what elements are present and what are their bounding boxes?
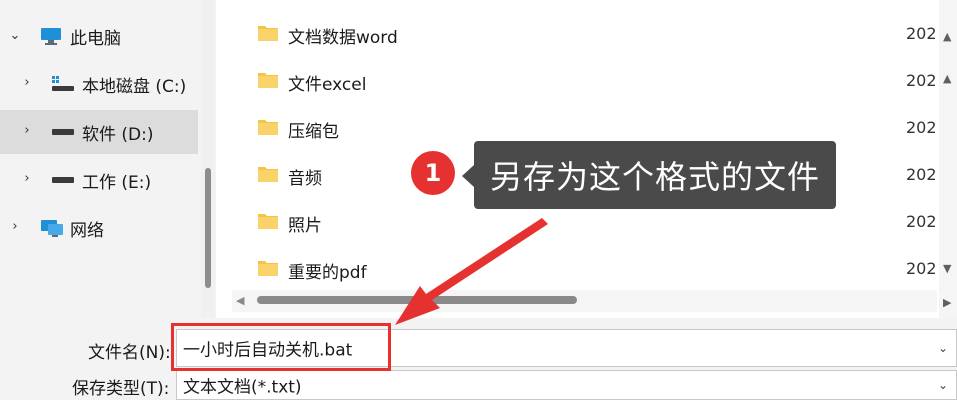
callout-text: 另存为这个格式的文件 [474, 141, 836, 209]
step-badge: 1 [411, 151, 455, 195]
callout-tail [462, 165, 474, 187]
